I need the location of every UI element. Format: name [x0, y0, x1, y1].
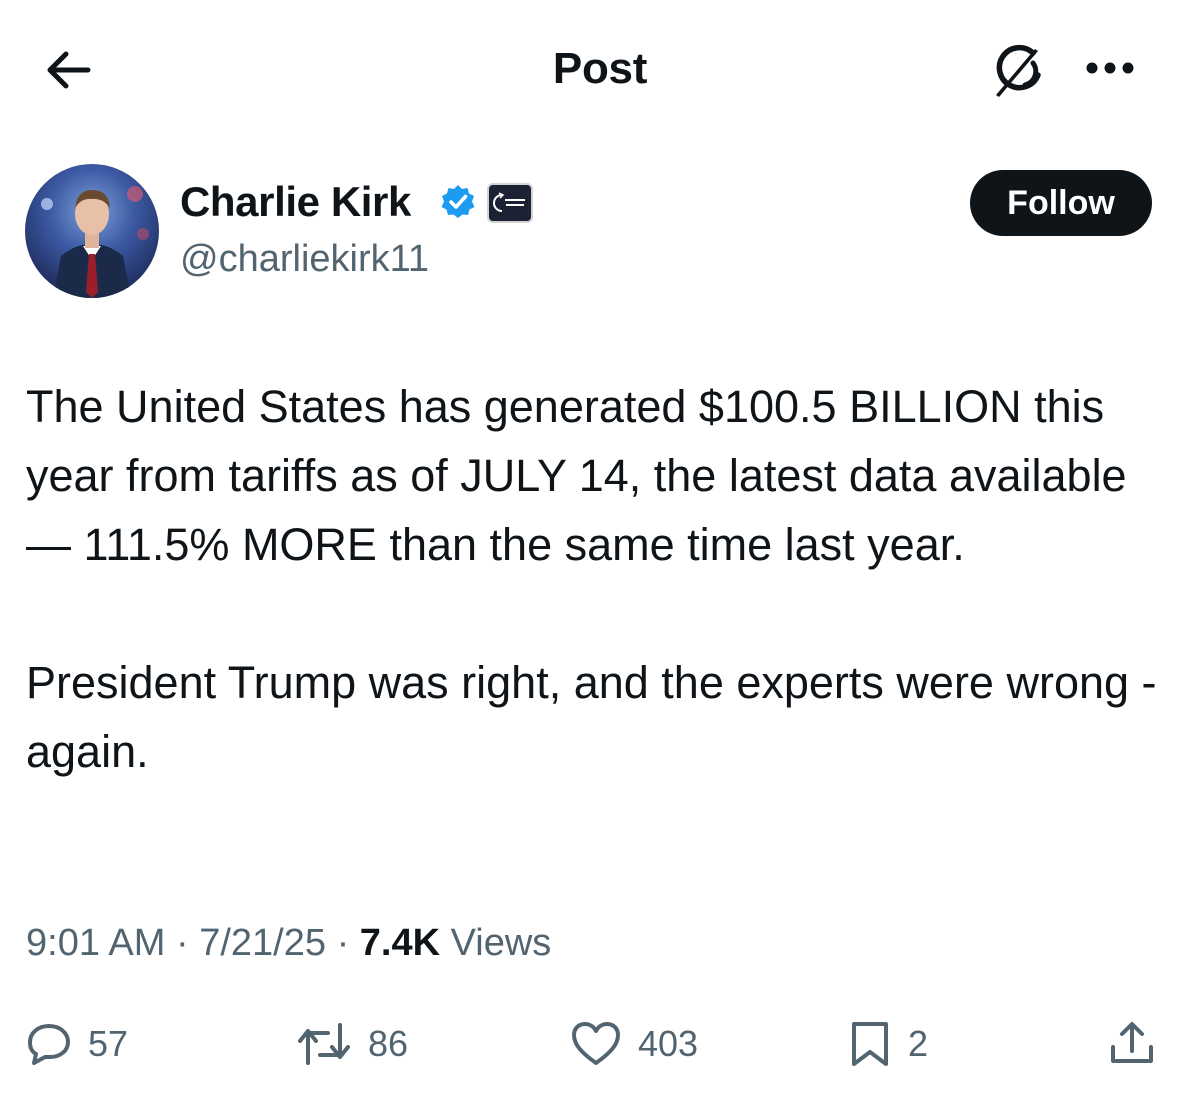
- post-date[interactable]: 7/21/25: [199, 922, 326, 964]
- views-count[interactable]: 7.4K: [360, 922, 440, 964]
- like-button[interactable]: 403: [570, 1016, 698, 1072]
- repost-count: 86: [368, 1023, 409, 1064]
- affiliate-badge[interactable]: [487, 183, 533, 223]
- avatar[interactable]: [25, 164, 159, 298]
- reply-count: 57: [88, 1023, 129, 1064]
- bookmark-count: 2: [908, 1023, 929, 1064]
- share-button[interactable]: [1108, 1016, 1156, 1072]
- reply-icon: [28, 1024, 70, 1065]
- share-icon: [1111, 1022, 1153, 1063]
- bookmark-icon: [852, 1022, 888, 1066]
- repost-button[interactable]: 86: [296, 1016, 408, 1072]
- heart-icon: [572, 1022, 620, 1065]
- meta-separator: ·: [175, 922, 189, 964]
- tweet-text: The United States has generated $100.5 B…: [26, 372, 1174, 786]
- tweet-paragraph: President Trump was right, and the exper…: [26, 657, 1157, 777]
- views-label: Views: [450, 922, 552, 964]
- tweet-meta: 9:01 AM · 7/21/25 · 7.4K Views: [26, 922, 551, 965]
- avatar-image: [25, 164, 159, 298]
- post-page: Post Charlie Kirk @charliekirk11 Follow …: [0, 0, 1200, 1104]
- bookmark-button[interactable]: 2: [848, 1016, 928, 1072]
- repost-icon: [298, 1023, 350, 1065]
- follow-button[interactable]: Follow: [970, 170, 1152, 236]
- author-handle[interactable]: @charliekirk11: [180, 238, 429, 281]
- grok-button[interactable]: [986, 38, 1056, 104]
- more-dots-icon: [1086, 62, 1134, 74]
- turning-point-logo-icon: [493, 192, 525, 212]
- post-time[interactable]: 9:01 AM: [26, 922, 165, 964]
- author-name[interactable]: Charlie Kirk: [180, 178, 411, 226]
- like-count: 403: [638, 1023, 699, 1064]
- tweet-paragraph: The United States has generated $100.5 B…: [26, 381, 1127, 570]
- top-bar: Post: [0, 0, 1200, 140]
- reply-button[interactable]: 57: [26, 1016, 128, 1072]
- verified-badge-icon: [441, 185, 475, 218]
- more-options-button[interactable]: [1080, 48, 1140, 88]
- meta-separator: ·: [336, 922, 350, 964]
- grok-icon: [996, 44, 1041, 97]
